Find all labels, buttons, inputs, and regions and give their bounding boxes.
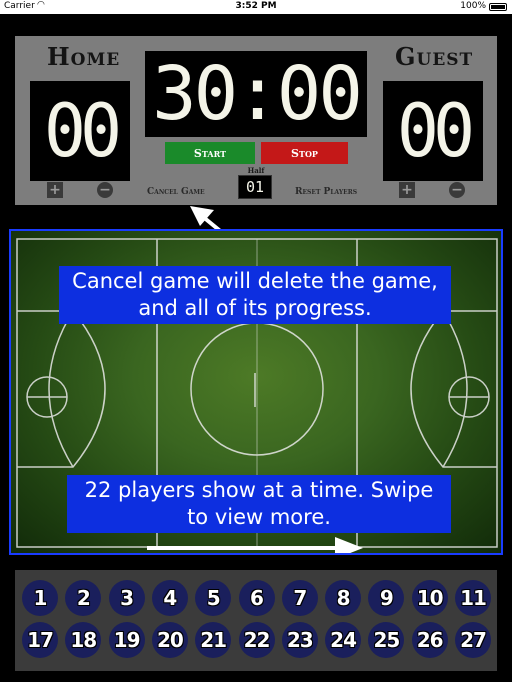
player-button[interactable]: 17 (22, 622, 58, 658)
status-bar: Carrier ◠ 3:52 PM 100% (0, 0, 512, 14)
player-button[interactable]: 18 (65, 622, 102, 658)
player-button[interactable]: 26 (411, 622, 448, 658)
battery-percent: 100% (460, 1, 486, 11)
half-indicator[interactable]: 01 (238, 175, 272, 199)
player-button[interactable]: 25 (368, 622, 405, 658)
tutorial-callout-swipe: 22 players show at a time. Swipe to view… (67, 475, 451, 533)
guest-score-value: 00 (396, 87, 475, 175)
player-button[interactable]: 7 (281, 580, 318, 616)
stop-button[interactable]: Stop (261, 142, 348, 164)
game-clock[interactable]: 30:00 (145, 51, 367, 137)
home-minus-button[interactable]: − (97, 182, 113, 198)
player-button[interactable]: 21 (195, 622, 232, 658)
player-button[interactable]: 1 (22, 580, 58, 616)
player-button[interactable]: 27 (455, 622, 491, 658)
player-button[interactable]: 11 (455, 580, 491, 616)
player-bar[interactable]: 1 2 3 4 5 6 7 8 9 10 11 17 18 19 20 21 22 23 24 25 26 27 (15, 570, 497, 671)
player-button[interactable]: 22 (238, 622, 275, 658)
player-button[interactable]: 2 (65, 580, 102, 616)
tutorial-callout-cancel: Cancel game will delete the game, and al… (59, 266, 451, 324)
game-clock-value: 30:00 (152, 51, 363, 137)
player-button[interactable]: 3 (108, 580, 145, 616)
battery-icon (489, 3, 507, 11)
player-button[interactable]: 19 (108, 622, 145, 658)
guest-label: Guest (395, 42, 474, 71)
player-button[interactable]: 9 (368, 580, 405, 616)
home-plus-button[interactable]: + (47, 182, 63, 198)
home-score-value: 00 (43, 87, 122, 175)
reset-players-button[interactable]: Reset Players (295, 187, 357, 197)
player-button[interactable]: 6 (238, 580, 275, 616)
player-button[interactable]: 20 (151, 622, 188, 658)
player-button[interactable]: 23 (281, 622, 318, 658)
player-button[interactable]: 10 (411, 580, 448, 616)
home-score: 00 (30, 81, 130, 181)
guest-minus-button[interactable]: − (449, 182, 465, 198)
guest-score: 00 (383, 81, 483, 181)
start-button[interactable]: Start (165, 142, 255, 164)
player-button[interactable]: 8 (325, 580, 362, 616)
lacrosse-field[interactable]: Cancel game will delete the game, and al… (9, 229, 503, 555)
tutorial-arrow-right-icon (147, 537, 363, 553)
status-time: 3:52 PM (235, 1, 277, 11)
cancel-game-button[interactable]: Cancel Game (147, 187, 205, 197)
guest-plus-button[interactable]: + (399, 182, 415, 198)
scoreboard: Home Guest 00 00 30:00 Start Stop + − + … (15, 36, 497, 205)
player-button[interactable]: 4 (151, 580, 188, 616)
home-label: Home (47, 42, 121, 71)
half-label: Half (247, 166, 265, 175)
player-button[interactable]: 5 (195, 580, 232, 616)
player-button[interactable]: 24 (325, 622, 362, 658)
